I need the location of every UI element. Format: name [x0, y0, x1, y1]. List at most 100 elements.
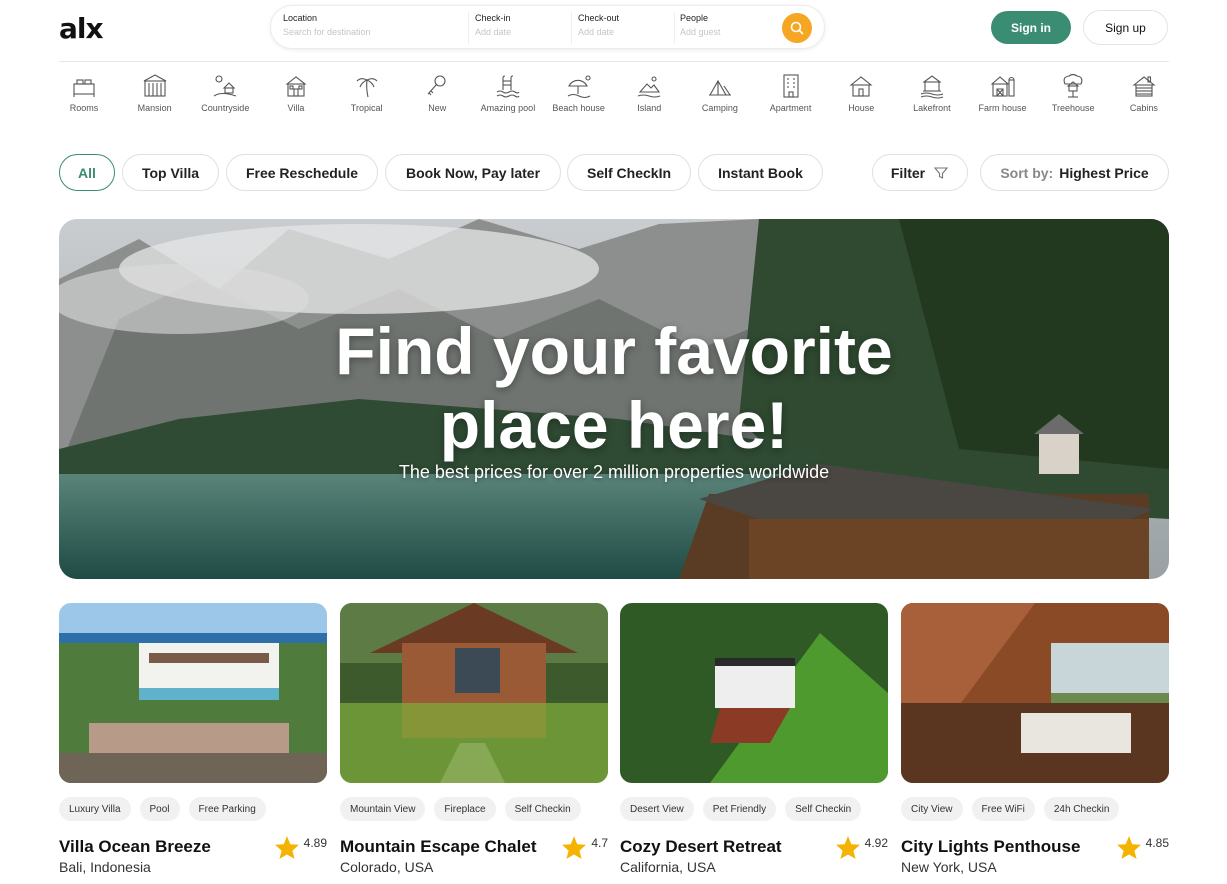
tag: 24h Checkin — [1043, 797, 1120, 821]
listing-image[interactable] — [620, 603, 888, 783]
category-label: Lakefront — [913, 103, 951, 113]
search-icon — [790, 21, 804, 35]
rooms-icon — [73, 79, 95, 97]
hero-banner: Find your favorite place here! The best … — [59, 219, 1169, 579]
checkin-input[interactable]: Add date — [475, 27, 570, 37]
category-villa[interactable]: Villa — [261, 72, 331, 113]
listing-rating: 4.89 — [274, 835, 327, 860]
house-icon — [849, 76, 873, 97]
tag: Pool — [139, 797, 180, 821]
category-label: New — [428, 103, 447, 113]
listing-image[interactable] — [901, 603, 1169, 783]
filter-button[interactable]: Filter — [872, 154, 968, 191]
listing-image[interactable] — [340, 603, 608, 783]
location-field[interactable]: Location Search for destination — [283, 13, 463, 43]
checkin-field[interactable]: Check-in Add date — [475, 13, 570, 43]
cabin-icon — [1132, 76, 1156, 97]
people-input[interactable]: Add guest — [680, 27, 775, 37]
filter-top-villa[interactable]: Top Villa — [122, 154, 219, 191]
category-farm-house[interactable]: Farm house — [968, 72, 1038, 113]
checkout-label: Check-out — [578, 13, 620, 23]
search-bar: Location Search for destination Check-in… — [270, 5, 825, 49]
category-lakefront[interactable]: Lakefront — [897, 72, 967, 113]
hero-subtitle: The best prices for over 2 million prope… — [398, 462, 830, 482]
rating-value: 4.92 — [864, 836, 888, 850]
category-new[interactable]: New — [402, 72, 472, 113]
key-icon — [427, 75, 446, 96]
farm-house-icon — [990, 76, 1015, 97]
listing-image[interactable] — [59, 603, 327, 783]
category-cabins[interactable]: Cabins — [1109, 72, 1179, 113]
category-label: Countryside — [201, 103, 250, 113]
category-countryside[interactable]: Countryside — [190, 72, 260, 113]
rating-value: 4.7 — [591, 836, 608, 850]
search-divider — [674, 12, 675, 44]
listing-title[interactable]: City Lights Penthouse — [901, 837, 1080, 857]
category-treehouse[interactable]: Treehouse — [1038, 72, 1108, 113]
sort-dropdown[interactable]: Sort by: Highest Price — [980, 154, 1169, 191]
category-tropical[interactable]: Tropical — [332, 72, 402, 113]
listing-location: New York, USA — [901, 859, 997, 875]
listing-card[interactable]: Mountain View Fireplace Self Checkin Mou… — [340, 603, 608, 875]
villa-icon — [285, 76, 307, 97]
category-label: Tropical — [350, 103, 383, 113]
category-label: Cabins — [1129, 103, 1158, 113]
penthouse-photo — [901, 603, 1169, 783]
filter-self-checkin[interactable]: Self CheckIn — [567, 154, 691, 191]
category-amazing-pool[interactable]: Amazing pool — [473, 72, 543, 113]
listing-card[interactable]: Luxury Villa Pool Free Parking Villa Oce… — [59, 603, 327, 875]
category-apartment[interactable]: Apartment — [756, 72, 826, 113]
category-label: Apartment — [769, 103, 812, 113]
category-mansion[interactable]: Mansion — [120, 72, 190, 113]
category-label: Treehouse — [1051, 103, 1095, 113]
location-label: Location — [283, 13, 318, 23]
search-button[interactable] — [782, 13, 812, 43]
sign-up-button[interactable]: Sign up — [1083, 10, 1168, 45]
category-label: Beach house — [552, 103, 605, 113]
island-icon — [638, 76, 661, 98]
checkout-field[interactable]: Check-out Add date — [578, 13, 673, 43]
lakefront-icon — [920, 75, 944, 99]
listing-location: Bali, Indonesia — [59, 859, 151, 875]
tag-list: Mountain View Fireplace Self Checkin — [340, 797, 581, 821]
category-camping[interactable]: Camping — [685, 72, 755, 113]
category-house[interactable]: House — [826, 72, 896, 113]
sort-prefix: Sort by: — [1000, 164, 1054, 181]
star-icon — [562, 836, 587, 859]
tag: Free Parking — [188, 797, 266, 821]
listing-location: Colorado, USA — [340, 859, 434, 875]
location-input[interactable]: Search for destination — [283, 27, 463, 37]
checkin-label: Check-in — [475, 13, 511, 23]
filter-free-reschedule[interactable]: Free Reschedule — [226, 154, 378, 191]
tag: Self Checkin — [785, 797, 862, 821]
category-label: Island — [637, 103, 662, 113]
category-label: Farm house — [978, 103, 1027, 113]
star-icon — [274, 836, 299, 859]
filter-instant-book[interactable]: Instant Book — [698, 154, 823, 191]
category-label: House — [848, 103, 875, 113]
people-field[interactable]: People Add guest — [680, 13, 775, 43]
category-island[interactable]: Island — [614, 72, 684, 113]
tent-icon — [708, 79, 731, 96]
hero-title: Find your favorite place here! — [59, 314, 1169, 462]
listing-title[interactable]: Mountain Escape Chalet — [340, 837, 536, 857]
retreat-photo — [620, 603, 888, 783]
tag: Pet Friendly — [702, 797, 777, 821]
category-beach-house[interactable]: Beach house — [544, 72, 614, 113]
listing-title[interactable]: Villa Ocean Breeze — [59, 837, 211, 857]
filter-all[interactable]: All — [59, 154, 115, 191]
listing-card[interactable]: City View Free WiFi 24h Checkin City Lig… — [901, 603, 1169, 875]
listing-card[interactable]: Desert View Pet Friendly Self Checkin Co… — [620, 603, 888, 875]
filter-label: Filter — [890, 164, 926, 181]
checkout-input[interactable]: Add date — [578, 27, 673, 37]
sign-in-button[interactable]: Sign in — [991, 11, 1071, 44]
listing-title[interactable]: Cozy Desert Retreat — [620, 837, 782, 857]
tag: Free WiFi — [971, 797, 1035, 821]
logo[interactable]: alx — [59, 12, 104, 45]
filter-icon — [933, 166, 949, 179]
tag: Desert View — [620, 797, 694, 821]
pool-icon — [496, 75, 520, 98]
filter-book-now-pay-later[interactable]: Book Now, Pay later — [385, 154, 561, 191]
category-label: Mansion — [137, 103, 172, 113]
category-rooms[interactable]: Rooms — [49, 72, 119, 113]
